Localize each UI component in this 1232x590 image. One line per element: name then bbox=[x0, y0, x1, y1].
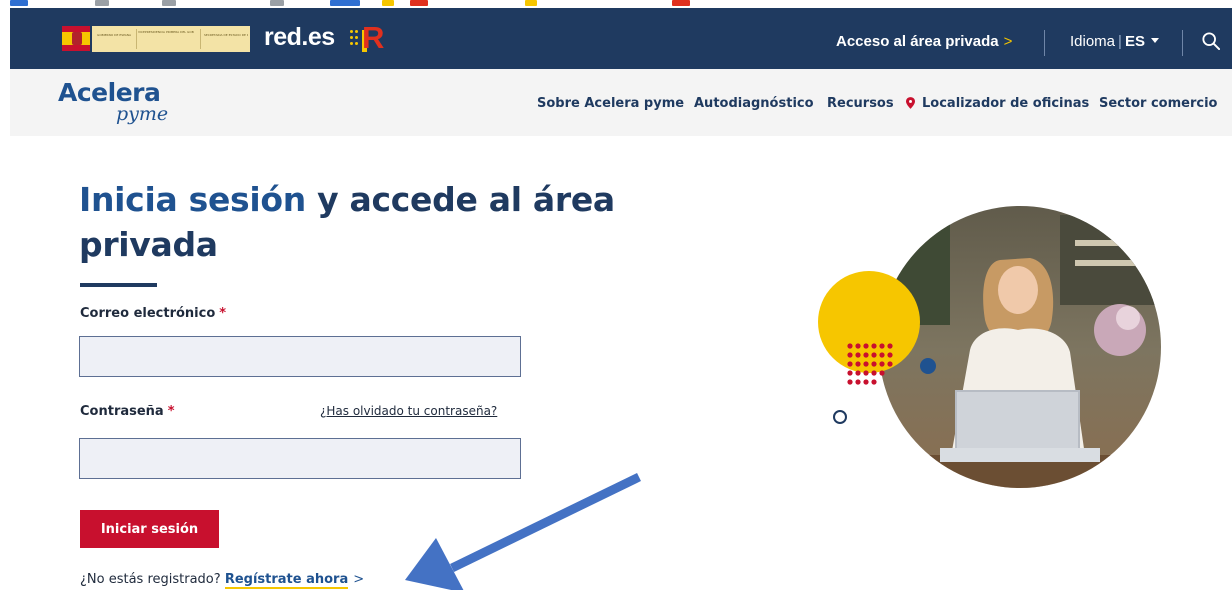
annotation-arrow-icon bbox=[405, 472, 641, 590]
page: GOBIERNO DE ESPAÑA VICEPRESIDENCIA PRIME… bbox=[0, 0, 1232, 590]
coat-of-arms-icon bbox=[72, 32, 82, 45]
